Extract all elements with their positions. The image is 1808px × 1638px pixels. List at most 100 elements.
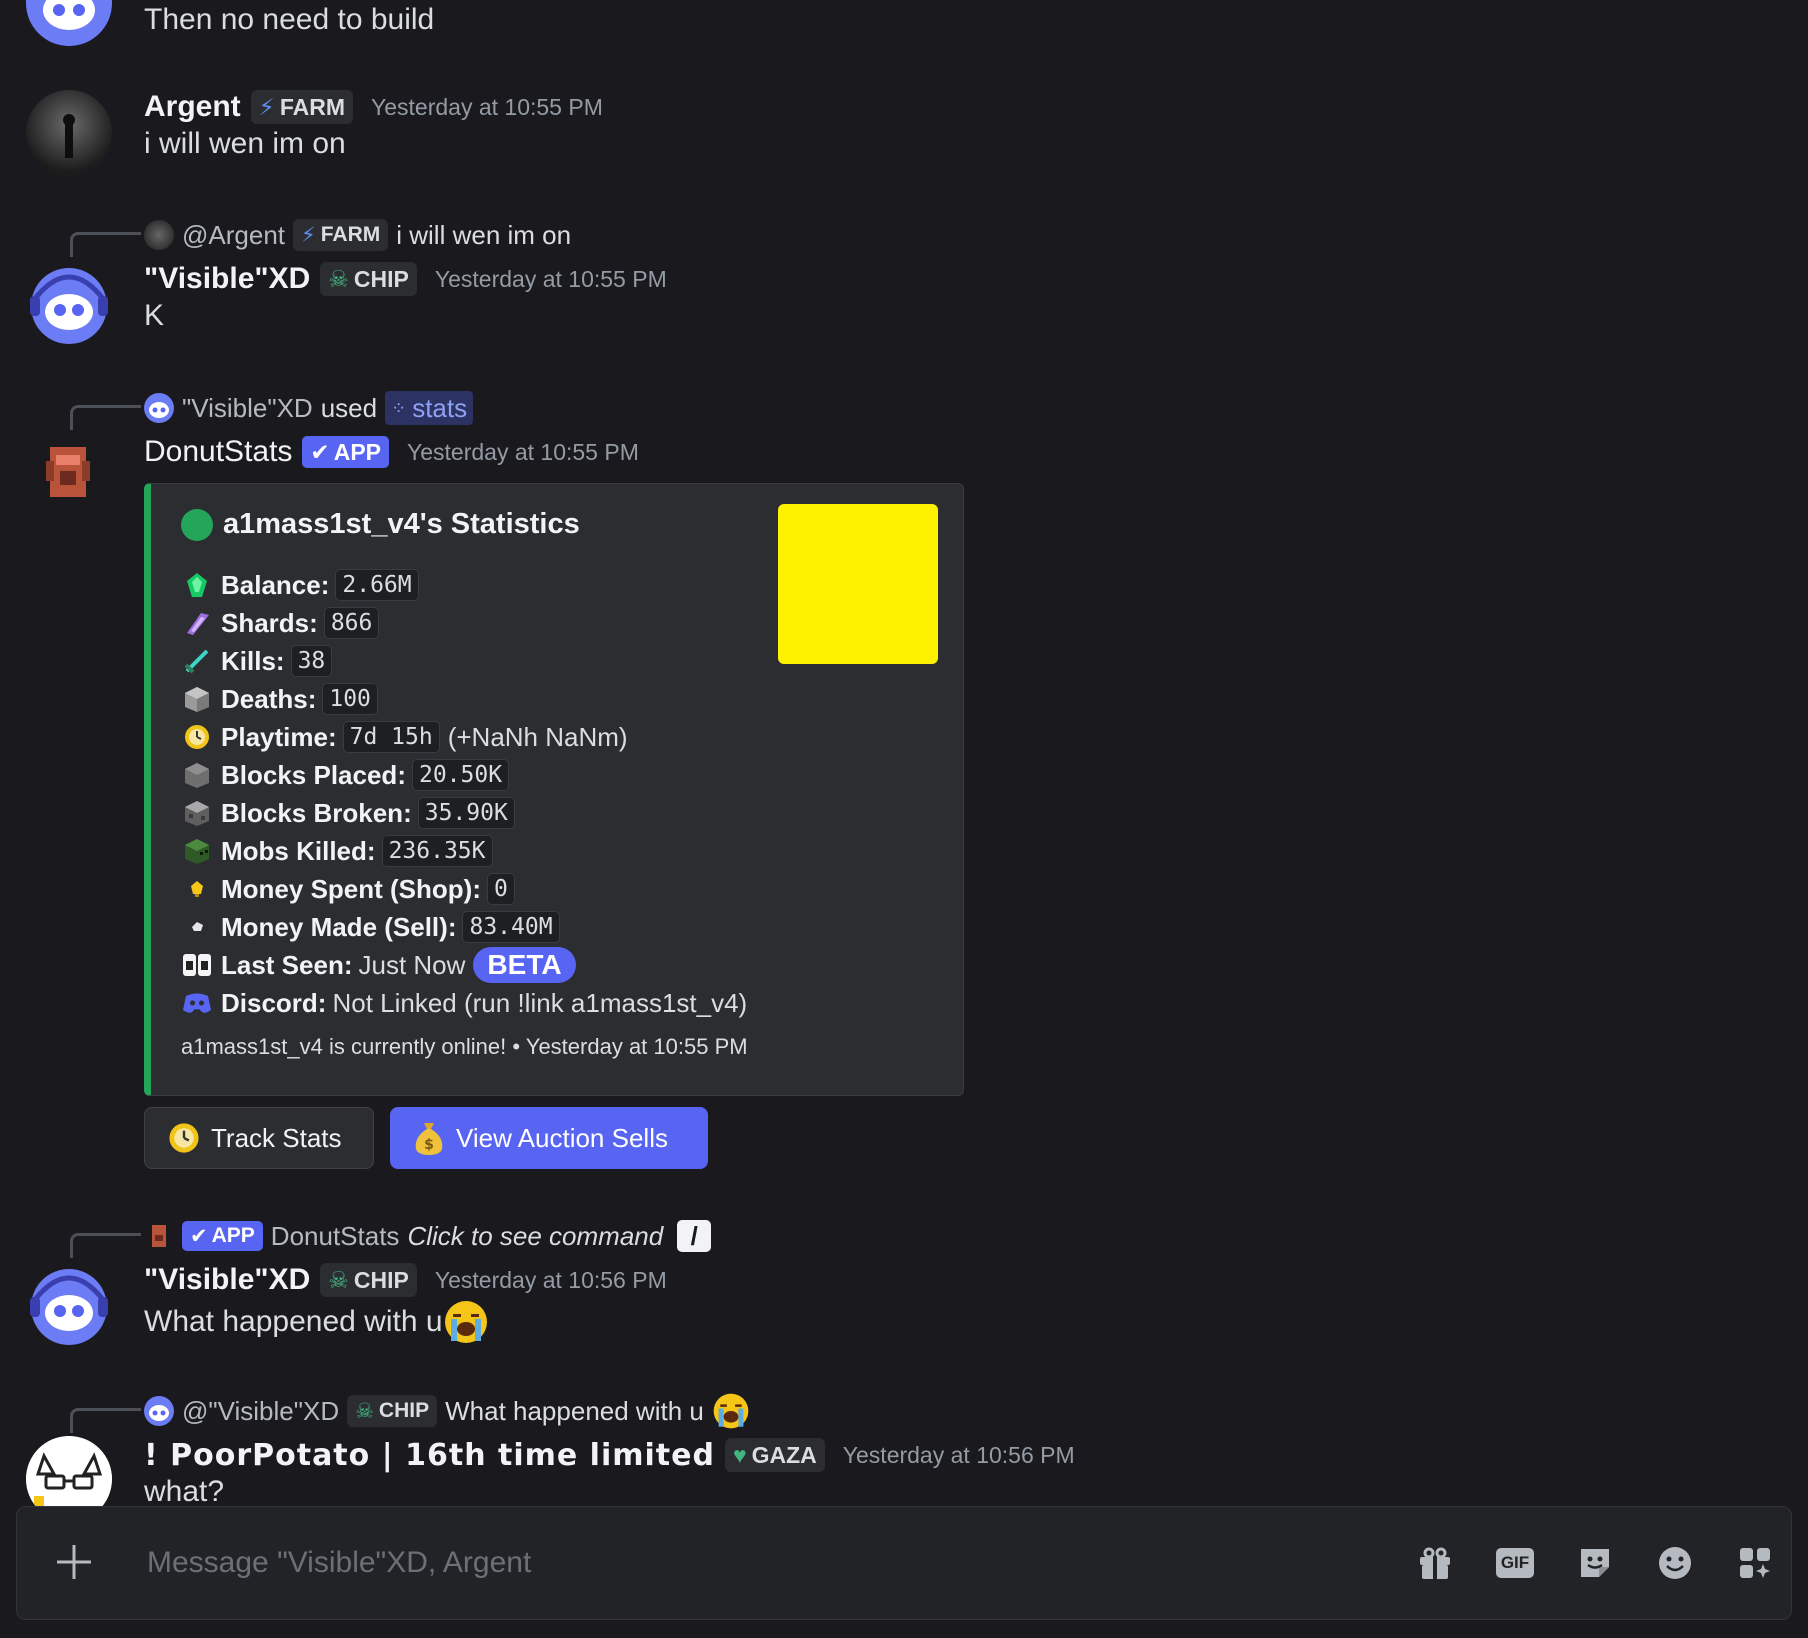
chat-messages: Then no need to build Argent ⚡ FARM Yest…: [0, 0, 1808, 1506]
timestamp[interactable]: Yesterday at 10:55 PM: [407, 439, 639, 466]
guild-tag[interactable]: ⚡ FARM: [293, 219, 389, 251]
reply-mention[interactable]: @"Visible"XD: [182, 1396, 339, 1427]
eyes-icon: [181, 949, 213, 981]
reply-bot-name[interactable]: DonutStats: [271, 1221, 400, 1252]
stat-label: Deaths:: [221, 683, 317, 714]
sticker-icon: [1581, 1549, 1609, 1577]
guild-tag-label: GAZA: [751, 1441, 817, 1468]
author-name[interactable]: "Visible"XD: [144, 1263, 310, 1297]
avatar[interactable]: [26, 90, 112, 176]
timestamp[interactable]: Yesterday at 10:55 PM: [371, 94, 603, 121]
discord-bot-avatar-icon: [30, 268, 108, 344]
block-icon: [181, 759, 213, 791]
stat-value: Just Now: [358, 949, 466, 980]
message-text: Then no need to build: [144, 3, 435, 36]
discord-bot-avatar-icon: [149, 402, 169, 418]
message-text: What happened with u: [144, 1305, 443, 1338]
embed-title: a1mass1st_v4's Statistics: [181, 508, 580, 541]
gold-nugget-icon: [181, 873, 213, 905]
stat-label: Balance:: [221, 569, 330, 600]
avatar[interactable]: [26, 0, 112, 46]
gift-button[interactable]: [1413, 1541, 1457, 1585]
user-silhouette-icon: [63, 114, 75, 158]
avatar[interactable]: [38, 441, 100, 503]
stat-value: Not Linked (run !link a1mass1st_v4): [332, 987, 748, 1018]
apps-button[interactable]: [1733, 1541, 1777, 1585]
reply-avatar: [144, 220, 174, 250]
emerald-icon: [181, 569, 213, 601]
discord-bot-avatar-icon: [26, 0, 112, 46]
reply-connector: [70, 232, 141, 257]
zombie-head-icon: [181, 835, 213, 867]
stat-value: 100: [322, 683, 378, 715]
guild-tag[interactable]: ⚡ FARM: [250, 90, 353, 124]
guild-tag[interactable]: ☠ CHIP: [320, 1263, 417, 1297]
interaction-preview[interactable]: "Visible"XD used ⁘ stats: [144, 391, 474, 425]
sticker-button[interactable]: [1573, 1541, 1617, 1585]
reply-text[interactable]: Click to see command: [407, 1221, 663, 1252]
avatar[interactable]: [26, 1261, 112, 1347]
message-text: i will wen im on: [144, 127, 346, 160]
reply-mention[interactable]: @Argent: [182, 220, 285, 251]
app-badge: ✔ APP: [182, 1221, 263, 1251]
message-input[interactable]: [145, 1537, 1399, 1589]
stat-label: Money Made (Sell):: [221, 911, 457, 942]
stat-row-discord: Discord: Not Linked (run !link a1mass1st…: [181, 984, 747, 1022]
reply-preview[interactable]: ✔ APP DonutStats Click to see command /: [144, 1219, 712, 1253]
stat-row-mobs-killed: Mobs Killed: 236.35K: [181, 832, 747, 870]
view-auction-sells-button[interactable]: $ View Auction Sells: [390, 1107, 708, 1169]
stat-extra: (+NaNh NaNm): [447, 721, 628, 752]
reply-text: What happened with u: [445, 1395, 704, 1426]
stat-label: Mobs Killed:: [221, 835, 376, 866]
author-name[interactable]: Argent: [144, 90, 241, 124]
app-badge-label: APP: [333, 438, 381, 465]
stat-row-deaths: Deaths: 100: [181, 680, 747, 718]
checkmark-icon: ✔: [310, 438, 330, 465]
stat-label: Last Seen:: [221, 949, 353, 980]
stat-value: 236.35K: [381, 835, 493, 867]
slash-command-label: stats: [412, 392, 468, 423]
author-name[interactable]: ! PoorPotato | 16th time limited: [144, 1438, 715, 1473]
reply-connector: [70, 1233, 141, 1258]
gif-button[interactable]: GIF: [1493, 1541, 1537, 1585]
track-stats-button[interactable]: Track Stats: [144, 1107, 374, 1169]
timestamp[interactable]: Yesterday at 10:56 PM: [843, 1442, 1075, 1469]
track-stats-label: Track Stats: [211, 1122, 342, 1153]
stat-row-money-spent: Money Spent (Shop): 0: [181, 870, 747, 908]
reply-preview[interactable]: @"Visible"XD ☠ CHIP What happened with u: [144, 1393, 750, 1429]
reply-preview[interactable]: @Argent ⚡ FARM i will wen im on: [144, 218, 571, 252]
author-name[interactable]: DonutStats: [144, 435, 292, 469]
stat-value: 38: [290, 645, 333, 677]
view-auction-sells-label: View Auction Sells: [456, 1122, 668, 1153]
reply-text: i will wen im on: [396, 219, 572, 250]
stat-row-shards: Shards: 866: [181, 604, 747, 642]
embed-title-text: a1mass1st_v4's Statistics: [223, 508, 580, 540]
beta-badge: BETA: [473, 947, 576, 983]
emoji-button[interactable]: [1653, 1541, 1697, 1585]
interaction-user[interactable]: "Visible"XD: [182, 393, 313, 424]
stat-label: Playtime:: [221, 721, 337, 752]
timestamp[interactable]: Yesterday at 10:55 PM: [435, 266, 667, 293]
stat-label: Blocks Placed:: [221, 759, 406, 790]
discord-bot-avatar-icon: [149, 1405, 169, 1421]
app-badge: ✔ APP: [302, 436, 389, 468]
embed-thumbnail[interactable]: [778, 504, 938, 664]
stat-value: 0: [486, 873, 515, 905]
message: "Visible"XD used ⁘ stats DonutStats ✔ AP…: [0, 391, 1808, 1181]
avatar[interactable]: [26, 1436, 112, 1506]
guild-tag[interactable]: ☠ CHIP: [347, 1395, 438, 1427]
author-name[interactable]: "Visible"XD: [144, 262, 310, 296]
timestamp[interactable]: Yesterday at 10:56 PM: [435, 1267, 667, 1294]
guild-tag[interactable]: ♥ GAZA: [724, 1438, 825, 1472]
cat-glasses-avatar-icon: [26, 1436, 112, 1506]
discord-bot-avatar-icon: [30, 1269, 108, 1345]
lightning-icon: ⚡: [301, 223, 316, 247]
iron-nugget-icon: [181, 911, 213, 943]
add-attachment-button[interactable]: [53, 1541, 95, 1583]
reply-connector: [70, 405, 141, 430]
avatar[interactable]: [26, 260, 112, 346]
svg-text:$: $: [424, 1137, 434, 1153]
slash-command[interactable]: ⁘ stats: [385, 391, 474, 425]
guild-tag[interactable]: ☠ CHIP: [320, 262, 417, 296]
reply-connector: [70, 1408, 141, 1433]
